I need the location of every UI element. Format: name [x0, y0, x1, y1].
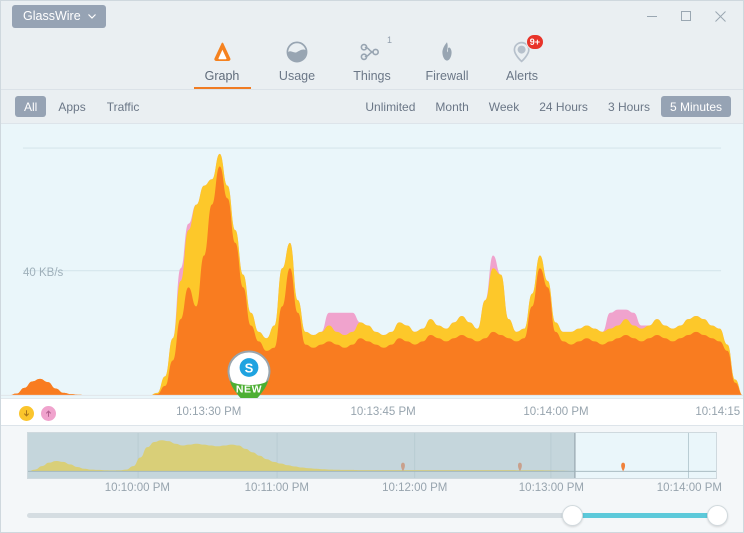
- range-month[interactable]: Month: [426, 96, 477, 117]
- download-legend-dot[interactable]: [19, 406, 34, 421]
- tab-alerts-label: Alerts: [506, 69, 538, 83]
- minimap-x-tick: 10:13:00 PM: [518, 482, 584, 494]
- minimap-plot: [28, 433, 716, 478]
- traffic-graph[interactable]: 40 KB/s S NEW 10:13:30 PM 10:13:45 PM 10…: [1, 124, 743, 426]
- filter-apps[interactable]: Apps: [49, 96, 94, 117]
- alerts-count-badge: 9+: [525, 34, 544, 50]
- filter-all[interactable]: All: [15, 96, 47, 117]
- range-slider-track[interactable]: [27, 504, 728, 526]
- range-5-minutes[interactable]: 5 Minutes: [660, 96, 731, 117]
- graph-mountain-icon: [205, 37, 239, 67]
- tab-alerts[interactable]: 9+ Alerts: [485, 30, 560, 89]
- tab-graph-label: Graph: [204, 69, 240, 83]
- range-slider-right-handle[interactable]: [706, 504, 728, 526]
- tab-things[interactable]: 1 Things: [335, 30, 410, 89]
- alerts-pin-icon: 9+: [505, 34, 544, 67]
- tab-firewall-label: Firewall: [425, 69, 469, 83]
- tab-firewall[interactable]: Firewall: [410, 30, 485, 89]
- scope-filter-group: All Apps Traffic: [15, 96, 148, 117]
- window-controls: [635, 1, 737, 31]
- timeline-minimap[interactable]: [27, 432, 717, 479]
- minimap-x-tick: 10:11:00 PM: [244, 482, 309, 494]
- tab-things-label: Things: [353, 69, 391, 83]
- things-count-badge: 1: [386, 35, 392, 45]
- y-axis-label: 40 KB/s: [23, 267, 64, 279]
- range-24-hours[interactable]: 24 Hours: [530, 96, 597, 117]
- range-week[interactable]: Week: [480, 96, 528, 117]
- minimap-x-tick: 10:12:00 PM: [382, 482, 448, 494]
- minimap-x-axis: 10:10:00 PM 10:11:00 PM 10:12:00 PM 10:1…: [27, 479, 722, 496]
- graph-x-tick: 10:13:30 PM: [176, 406, 242, 418]
- firewall-flame-icon: [430, 37, 464, 67]
- app-menu-button[interactable]: GlassWire: [12, 4, 106, 28]
- usage-circle-icon: [280, 37, 314, 67]
- timerange-filter-group: Unlimited Month Week 24 Hours 3 Hours 5 …: [356, 96, 731, 117]
- minimize-button[interactable]: [635, 1, 669, 31]
- timeline-minimap-area: 10:10:00 PM 10:11:00 PM 10:12:00 PM 10:1…: [1, 426, 743, 498]
- tab-usage[interactable]: Usage: [260, 30, 335, 89]
- things-nodes-icon: 1: [355, 35, 392, 67]
- graph-x-axis: 10:13:30 PM 10:13:45 PM 10:14:00 PM 10:1…: [1, 398, 743, 425]
- range-slider-fill: [572, 512, 717, 518]
- graph-legend: [19, 406, 56, 421]
- glasswire-window: GlassWire Graph Usage 1 Things Firewall …: [0, 0, 744, 533]
- filter-traffic[interactable]: Traffic: [98, 96, 149, 117]
- filter-bar: All Apps Traffic Unlimited Month Week 24…: [1, 90, 743, 124]
- traffic-graph-plot: [1, 147, 743, 396]
- svg-text:NEW: NEW: [236, 384, 262, 396]
- tab-graph[interactable]: Graph: [185, 30, 260, 89]
- graph-x-tick: 10:14:00 PM: [523, 406, 589, 418]
- graph-x-tick: 10:13:45 PM: [350, 406, 416, 418]
- title-bar: GlassWire: [1, 1, 743, 31]
- graph-x-tick: 10:14:15: [695, 406, 741, 418]
- close-button[interactable]: [703, 1, 737, 31]
- svg-text:S: S: [245, 360, 254, 375]
- active-tab-indicator: [193, 87, 251, 89]
- range-slider-area: [1, 498, 743, 532]
- range-3-hours[interactable]: 3 Hours: [599, 96, 659, 117]
- main-navigation: Graph Usage 1 Things Firewall 9+ Alerts: [1, 31, 743, 90]
- app-name-label: GlassWire: [23, 9, 81, 23]
- minimap-x-tick: 10:10:00 PM: [104, 482, 170, 494]
- range-unlimited[interactable]: Unlimited: [356, 96, 424, 117]
- chevron-down-icon: [87, 10, 96, 19]
- upload-legend-dot[interactable]: [41, 406, 56, 421]
- minimap-x-tick: 10:14:00 PM: [656, 482, 722, 494]
- tab-usage-label: Usage: [278, 69, 316, 83]
- maximize-button[interactable]: [669, 1, 703, 31]
- range-slider-left-handle[interactable]: [561, 504, 583, 526]
